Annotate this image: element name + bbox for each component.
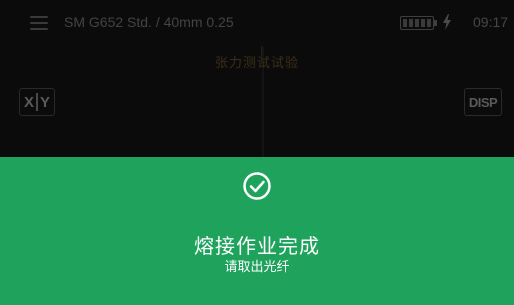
xy-left-label: X [23,93,34,111]
splicer-screen: SM G652 Std. / 40mm 0.25 09:17 张力测试试验 X … [0,0,514,305]
completion-subtitle: 请取出光纤 [224,259,290,274]
menu-icon[interactable] [30,16,48,30]
charging-icon [442,14,452,33]
battery-icon [400,16,434,30]
xy-view-button[interactable]: X Y [19,88,55,116]
fiber-view-area: SM G652 Std. / 40mm 0.25 09:17 张力测试试验 X … [0,0,514,157]
splice-complete-panel: 熔接作业完成 请取出光纤 [0,157,514,305]
check-circle-icon [242,171,272,201]
disp-button[interactable]: DISP [464,88,502,116]
status-header: SM G652 Std. / 40mm 0.25 09:17 [0,0,514,46]
xy-right-label: Y [40,93,51,111]
splice-program-title[interactable]: SM G652 Std. / 40mm 0.25 [64,14,234,30]
clock: 09:17 [473,14,509,30]
mode-label: 张力测试试验 [214,55,299,70]
completion-title: 熔接作业完成 [194,236,320,258]
battery-indicator [400,14,458,32]
